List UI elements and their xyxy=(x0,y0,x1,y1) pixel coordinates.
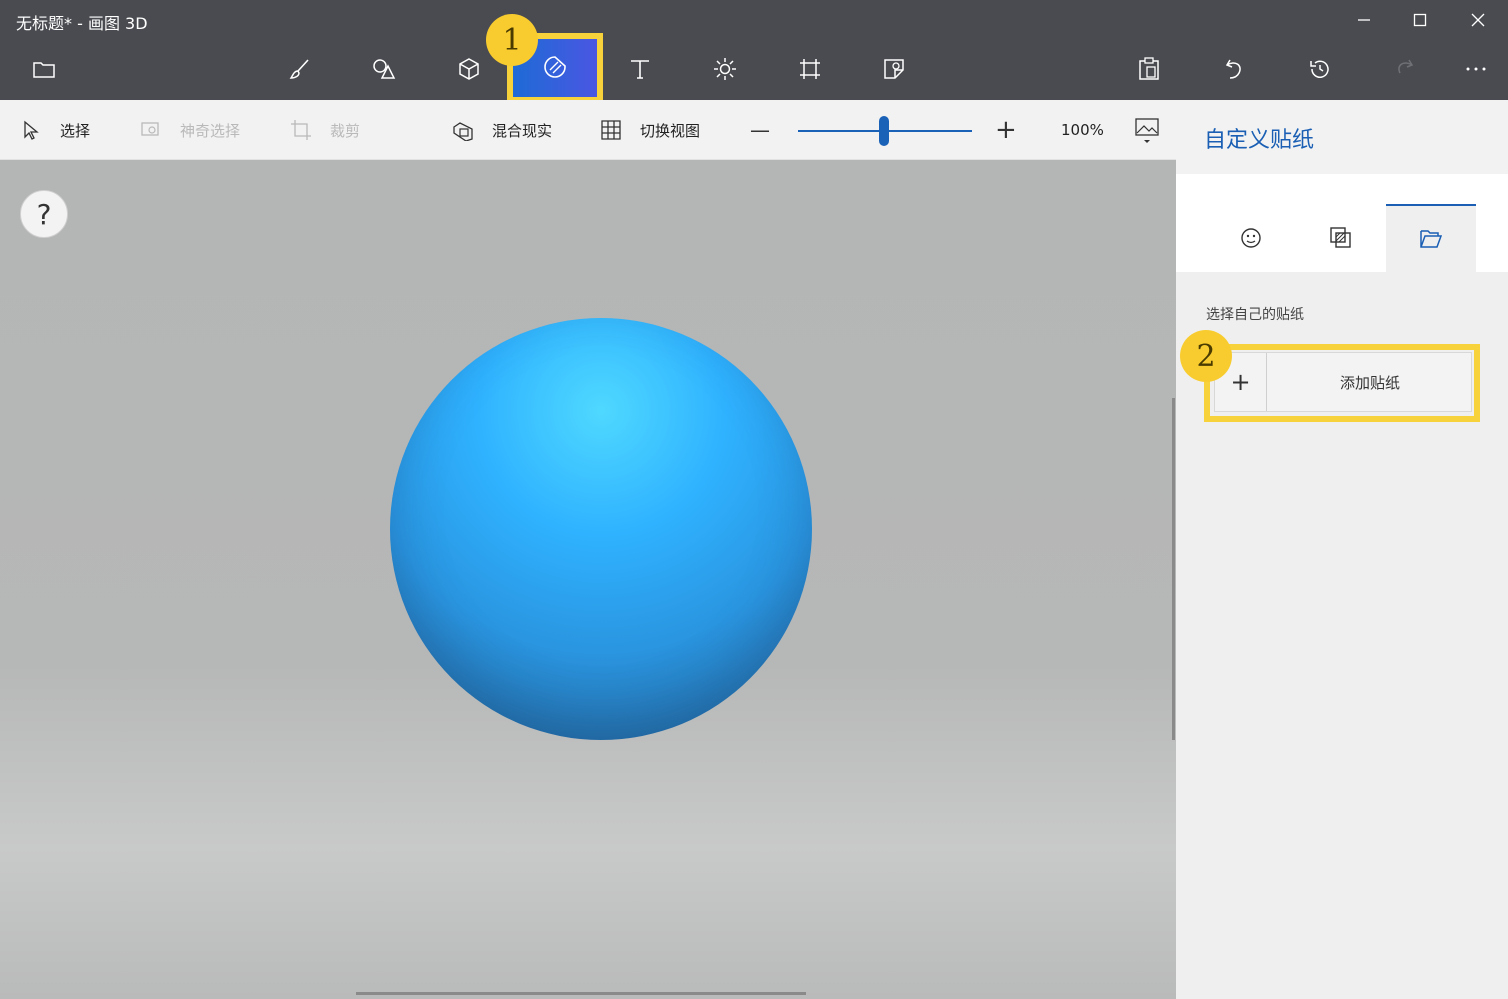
magic-select-label: 神奇选择 xyxy=(180,121,241,140)
2d-shapes-icon xyxy=(373,59,396,79)
paste-icon xyxy=(1139,57,1159,80)
tool-text[interactable] xyxy=(608,38,672,100)
close-button[interactable] xyxy=(1450,0,1506,40)
text-icon xyxy=(631,60,649,79)
zoom-in-button[interactable]: + xyxy=(995,100,1017,160)
maximize-button[interactable] xyxy=(1392,0,1448,40)
crop-button[interactable]: 裁剪 xyxy=(290,100,360,160)
zoom-slider-thumb[interactable] xyxy=(879,116,889,146)
texture-icon xyxy=(1330,227,1351,248)
menu-button[interactable] xyxy=(12,38,76,100)
more-button[interactable] xyxy=(1444,38,1508,100)
switch-view-button[interactable]: 切换视图 xyxy=(600,100,700,160)
3d-sphere[interactable] xyxy=(390,318,812,740)
step-badge-2: 2 xyxy=(1180,330,1232,382)
maximize-icon xyxy=(1413,13,1427,27)
mixed-reality-label: 混合现实 xyxy=(492,121,553,140)
tool-3d-library[interactable] xyxy=(862,38,926,100)
add-sticker-button[interactable]: + 添加贴纸 xyxy=(1214,352,1472,412)
panel-title: 自定义贴纸 xyxy=(1204,128,1315,153)
panel-header: 自定义贴纸 xyxy=(1176,100,1508,174)
redo-button[interactable] xyxy=(1373,38,1437,100)
zoom-value: 100% xyxy=(1061,121,1104,139)
tool-canvas[interactable] xyxy=(778,38,842,100)
crop-label: 裁剪 xyxy=(330,121,361,140)
switch-view-label: 切换视图 xyxy=(640,121,701,140)
effects-icon xyxy=(714,58,736,80)
history-icon xyxy=(1310,60,1329,78)
title-and-toolbar: 无标题* - 画图 3D xyxy=(0,0,1508,100)
close-icon xyxy=(1471,13,1485,27)
stickers-panel: 自定义贴纸 选择自己的贴纸 + 添加贴纸 xyxy=(1176,100,1508,999)
image-view-icon xyxy=(1135,118,1159,143)
help-button[interactable]: ? xyxy=(20,190,68,238)
brush-icon xyxy=(289,59,309,79)
sticker-tabs xyxy=(1176,174,1508,272)
undo-icon xyxy=(1225,59,1241,79)
tool-2d-shapes[interactable] xyxy=(352,38,416,100)
cursor-icon xyxy=(24,120,39,140)
tab-textures[interactable] xyxy=(1296,204,1386,272)
tool-effects[interactable] xyxy=(693,38,757,100)
vertical-scrollbar[interactable] xyxy=(1172,398,1175,740)
add-sticker-label: 添加贴纸 xyxy=(1339,373,1400,392)
stickers-icon xyxy=(544,56,566,78)
canvas-icon xyxy=(800,59,820,79)
undo-button[interactable] xyxy=(1202,38,1266,100)
zoom-out-button[interactable]: — xyxy=(750,100,770,160)
tab-custom[interactable] xyxy=(1386,204,1476,272)
horizontal-scrollbar[interactable] xyxy=(356,992,806,995)
minimize-button[interactable] xyxy=(1336,0,1392,40)
mixed-reality-icon xyxy=(453,122,473,141)
tool-brushes[interactable] xyxy=(268,38,332,100)
section-label: 选择自己的贴纸 xyxy=(1206,307,1304,323)
folder-open-icon xyxy=(1420,230,1443,248)
crop-icon xyxy=(291,120,311,140)
magic-select-button[interactable]: 神奇选择 xyxy=(140,100,240,160)
3d-shapes-icon xyxy=(459,58,479,80)
paste-button[interactable] xyxy=(1117,38,1181,100)
window-title: 无标题* - 画图 3D xyxy=(16,14,148,33)
magic-select-icon xyxy=(141,122,159,136)
view-options-button[interactable] xyxy=(1134,100,1160,160)
redo-icon xyxy=(1398,59,1414,74)
select-button[interactable]: 选择 xyxy=(22,100,90,160)
mixed-reality-button[interactable]: 混合现实 xyxy=(452,100,552,160)
step-badge-1: 1 xyxy=(486,14,538,66)
folder-icon xyxy=(33,62,55,78)
more-icon xyxy=(1466,67,1486,71)
sticker-face-icon xyxy=(1241,228,1261,248)
canvas-area[interactable]: ? xyxy=(0,160,1176,999)
3d-library-icon xyxy=(884,59,904,79)
secondary-toolbar: 选择 神奇选择 裁剪 混合现实 切换视图 — + 100% xyxy=(0,100,1176,160)
minimize-icon xyxy=(1358,19,1370,21)
tab-stickers[interactable] xyxy=(1206,204,1296,272)
history-button[interactable] xyxy=(1288,38,1352,100)
select-label: 选择 xyxy=(60,121,91,140)
grid-view-icon xyxy=(601,120,621,140)
